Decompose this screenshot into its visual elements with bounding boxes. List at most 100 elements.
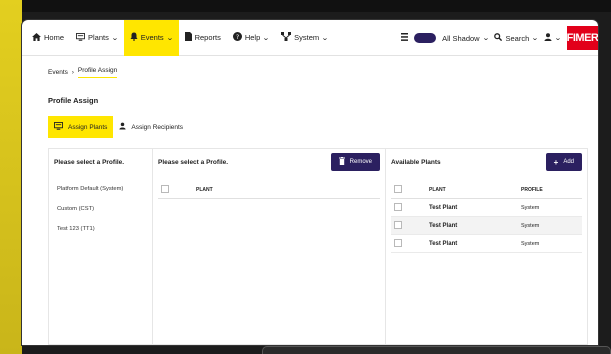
- profile-item[interactable]: Platform Default (System): [57, 179, 144, 199]
- nav-reports-label: Reports: [194, 33, 221, 42]
- add-button[interactable]: + Add: [545, 153, 582, 171]
- nav-system[interactable]: System ⌄: [275, 20, 334, 56]
- column-header-plant: PLANT: [429, 186, 446, 193]
- network-icon: [281, 32, 292, 43]
- remove-button[interactable]: Remove: [330, 153, 380, 171]
- add-button-label: Add: [563, 159, 574, 165]
- profile-list: Platform Default (System) Custom (CST) T…: [49, 175, 152, 243]
- plus-icon: +: [553, 157, 559, 167]
- app-window: Home Plants ⌄ Events ⌄ Reports ? Help ⌄ …: [22, 20, 598, 345]
- chevron-down-icon: ⌄: [262, 34, 271, 42]
- table-row[interactable]: Test Plant System: [391, 217, 582, 235]
- table-header: PLANT PROFILE: [391, 181, 582, 199]
- background-frame: [0, 0, 611, 12]
- available-table: PLANT PROFILE Test Plant System Test Pla…: [391, 181, 582, 253]
- tab-assign-recipients-label: Assign Recipients: [131, 123, 184, 131]
- profiles-panel-title: Please select a Profile.: [54, 158, 125, 166]
- available-panel-title: Available Plants: [391, 158, 441, 166]
- available-panel-header: Available Plants + Add: [386, 149, 587, 175]
- page-title: Profile Assign: [48, 96, 99, 105]
- row-checkbox-cell: [391, 238, 429, 249]
- nav-events[interactable]: Events ⌄: [123, 20, 179, 56]
- user-icon: [119, 122, 126, 132]
- chevron-down-icon: ⌄: [321, 34, 329, 42]
- assigned-panel-header: Please select a Profile. Remove: [153, 149, 385, 175]
- assigned-plants-panel: Please select a Profile. Remove PLANT: [152, 148, 385, 345]
- nav-plants-label: Plants: [88, 33, 109, 42]
- row-checkbox-cell: [391, 220, 429, 231]
- tab-bar: Assign Plants Assign Recipients: [48, 116, 189, 138]
- plant-name: Test Plant: [429, 240, 458, 247]
- remove-button-label: Remove: [349, 159, 372, 165]
- breadcrumb-events[interactable]: Events: [48, 69, 68, 76]
- background-wall: [0, 0, 22, 354]
- chevron-down-icon: ⌄: [481, 35, 490, 42]
- navbar-right: All Shadow ⌄ Search ⌄ ⌄ FIMER: [401, 20, 598, 56]
- chevron-down-icon: ⌄: [531, 35, 540, 42]
- chevron-down-icon: ⌄: [554, 35, 562, 42]
- select-all-cell: [158, 184, 196, 195]
- nav-system-label: System: [294, 33, 320, 42]
- monitor-icon: [54, 122, 63, 132]
- plant-name: Test Plant: [429, 222, 458, 229]
- user-icon: [544, 33, 552, 43]
- plant-name: Test Plant: [429, 204, 458, 211]
- plant-profile: System: [521, 240, 540, 247]
- profile-item[interactable]: Custom (CST): [57, 199, 144, 219]
- home-icon: [32, 32, 41, 43]
- search-label: Search: [505, 33, 530, 43]
- breadcrumb-separator: ›: [71, 69, 74, 76]
- search-icon: [494, 33, 503, 43]
- breadcrumb: Events › Profile Assign: [48, 67, 118, 78]
- nav-help[interactable]: ? Help ⌄: [227, 20, 275, 56]
- column-header-plant: PLANT: [196, 186, 213, 193]
- profile-item[interactable]: Test 123 (TT1): [57, 219, 144, 239]
- chevron-down-icon: ⌄: [165, 34, 174, 42]
- nav-help-label: Help: [244, 33, 261, 42]
- tab-assign-plants[interactable]: Assign Plants: [48, 116, 114, 138]
- table-row[interactable]: Test Plant System: [391, 199, 582, 217]
- account-label: All Shadow: [442, 33, 480, 43]
- document-icon: [184, 32, 192, 43]
- nav-home[interactable]: Home: [26, 20, 70, 56]
- background-monitor: [262, 346, 611, 354]
- plant-profile: System: [521, 204, 540, 211]
- bell-icon: [130, 32, 138, 43]
- nav-plants[interactable]: Plants ⌄: [70, 20, 124, 56]
- svg-text:?: ?: [236, 34, 239, 41]
- theme-toggle[interactable]: [414, 33, 437, 43]
- trash-icon: [338, 157, 345, 167]
- select-all-cell: [391, 184, 429, 195]
- select-all-checkbox[interactable]: [394, 184, 402, 193]
- row-checkbox[interactable]: [394, 202, 402, 211]
- top-navbar: Home Plants ⌄ Events ⌄ Reports ? Help ⌄ …: [22, 20, 598, 56]
- search-menu[interactable]: Search ⌄: [494, 33, 540, 43]
- help-icon: ?: [232, 32, 242, 43]
- table-row[interactable]: Test Plant System: [391, 235, 582, 253]
- list-icon[interactable]: [401, 33, 409, 43]
- panels: Please select a Profile. Platform Defaul…: [48, 148, 588, 345]
- account-selector[interactable]: All Shadow ⌄: [442, 33, 490, 43]
- row-checkbox[interactable]: [394, 220, 402, 229]
- column-header-profile: PROFILE: [521, 186, 543, 193]
- row-checkbox[interactable]: [394, 238, 402, 247]
- nav-reports[interactable]: Reports: [179, 20, 227, 56]
- nav-home-label: Home: [44, 33, 65, 42]
- row-checkbox-cell: [391, 202, 429, 213]
- nav-events-label: Events: [140, 33, 164, 42]
- assigned-table: PLANT: [158, 181, 380, 199]
- plant-profile: System: [521, 222, 540, 229]
- profiles-panel: Please select a Profile. Platform Defaul…: [48, 148, 152, 345]
- tab-assign-plants-label: Assign Plants: [68, 123, 108, 131]
- profiles-panel-header: Please select a Profile.: [49, 149, 152, 175]
- chevron-down-icon: ⌄: [110, 34, 119, 42]
- breadcrumb-current: Profile Assign: [77, 67, 118, 78]
- assigned-panel-title: Please select a Profile.: [158, 158, 229, 166]
- tab-assign-recipients[interactable]: Assign Recipients: [113, 116, 189, 138]
- table-header: PLANT: [158, 181, 380, 199]
- available-plants-panel: Available Plants + Add PLANT PROFILE Tes…: [385, 148, 588, 345]
- monitor-icon: [76, 32, 85, 43]
- brand-logo: FIMER: [567, 26, 598, 50]
- select-all-checkbox[interactable]: [161, 184, 169, 193]
- user-menu[interactable]: ⌄: [544, 33, 562, 43]
